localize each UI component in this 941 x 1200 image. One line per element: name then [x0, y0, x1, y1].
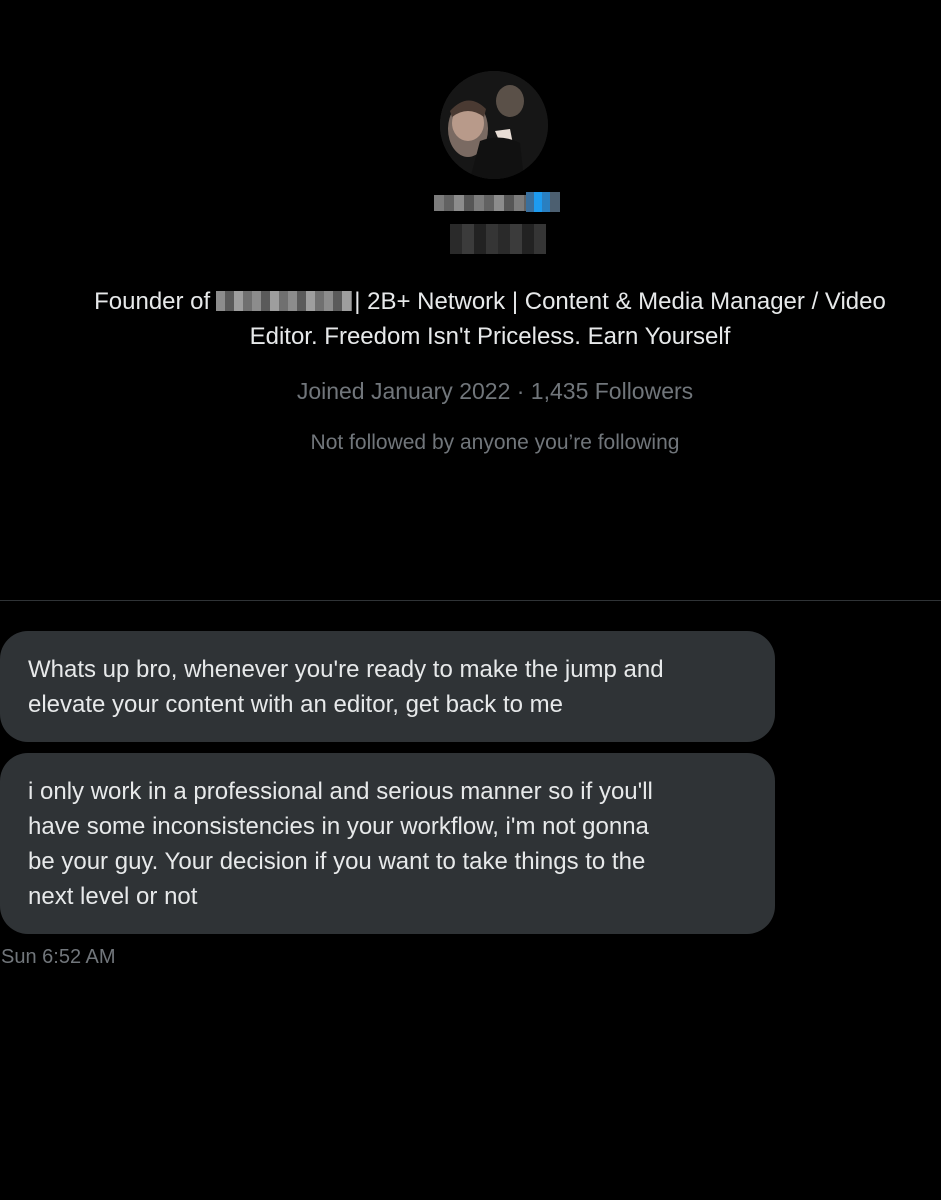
redacted-company-name	[216, 291, 353, 311]
message-bubble[interactable]: Whats up bro, whenever you're ready to m…	[0, 631, 775, 742]
message-text-line: have some inconsistencies in your workfl…	[28, 813, 649, 840]
redacted-display-name	[434, 195, 526, 211]
message-text-line: i only work in a professional and seriou…	[28, 778, 653, 805]
message-text-line: next level or not	[28, 883, 198, 910]
avatar-photo	[440, 71, 548, 179]
bio-line-1-rest: | 2B+ Network | Content & Media Manager …	[354, 288, 886, 315]
message-text-line: elevate your content with an editor, get…	[28, 691, 563, 718]
profile-name-row	[432, 188, 564, 214]
divider	[0, 600, 941, 601]
not-followed-note: Not followed by anyone you’re following	[310, 431, 680, 454]
message-timestamp: Sun 6:52 AM	[1, 946, 116, 968]
dm-conversation-page: Founder of | 2B+ Network | Content & Medi…	[0, 0, 941, 1200]
message-text-line: Whats up bro, whenever you're ready to m…	[28, 656, 664, 683]
profile-avatar[interactable]	[440, 71, 548, 179]
bio-line-1: Founder of | 2B+ Network | Content & Medi…	[30, 284, 941, 319]
verified-badge-icon	[526, 192, 560, 212]
bio-line-2: Editor. Freedom Isn't Priceless. Earn Yo…	[249, 323, 731, 350]
message-bubble[interactable]: i only work in a professional and seriou…	[0, 753, 775, 934]
profile-bio: Founder of | 2B+ Network | Content & Medi…	[30, 284, 941, 354]
message-text-line: be your guy. Your decision if you want t…	[28, 848, 646, 875]
redacted-username	[450, 224, 546, 254]
bio-prefix: Founder of	[94, 288, 211, 315]
joined-followers: Joined January 2022 · 1,435 Followers	[296, 378, 694, 404]
